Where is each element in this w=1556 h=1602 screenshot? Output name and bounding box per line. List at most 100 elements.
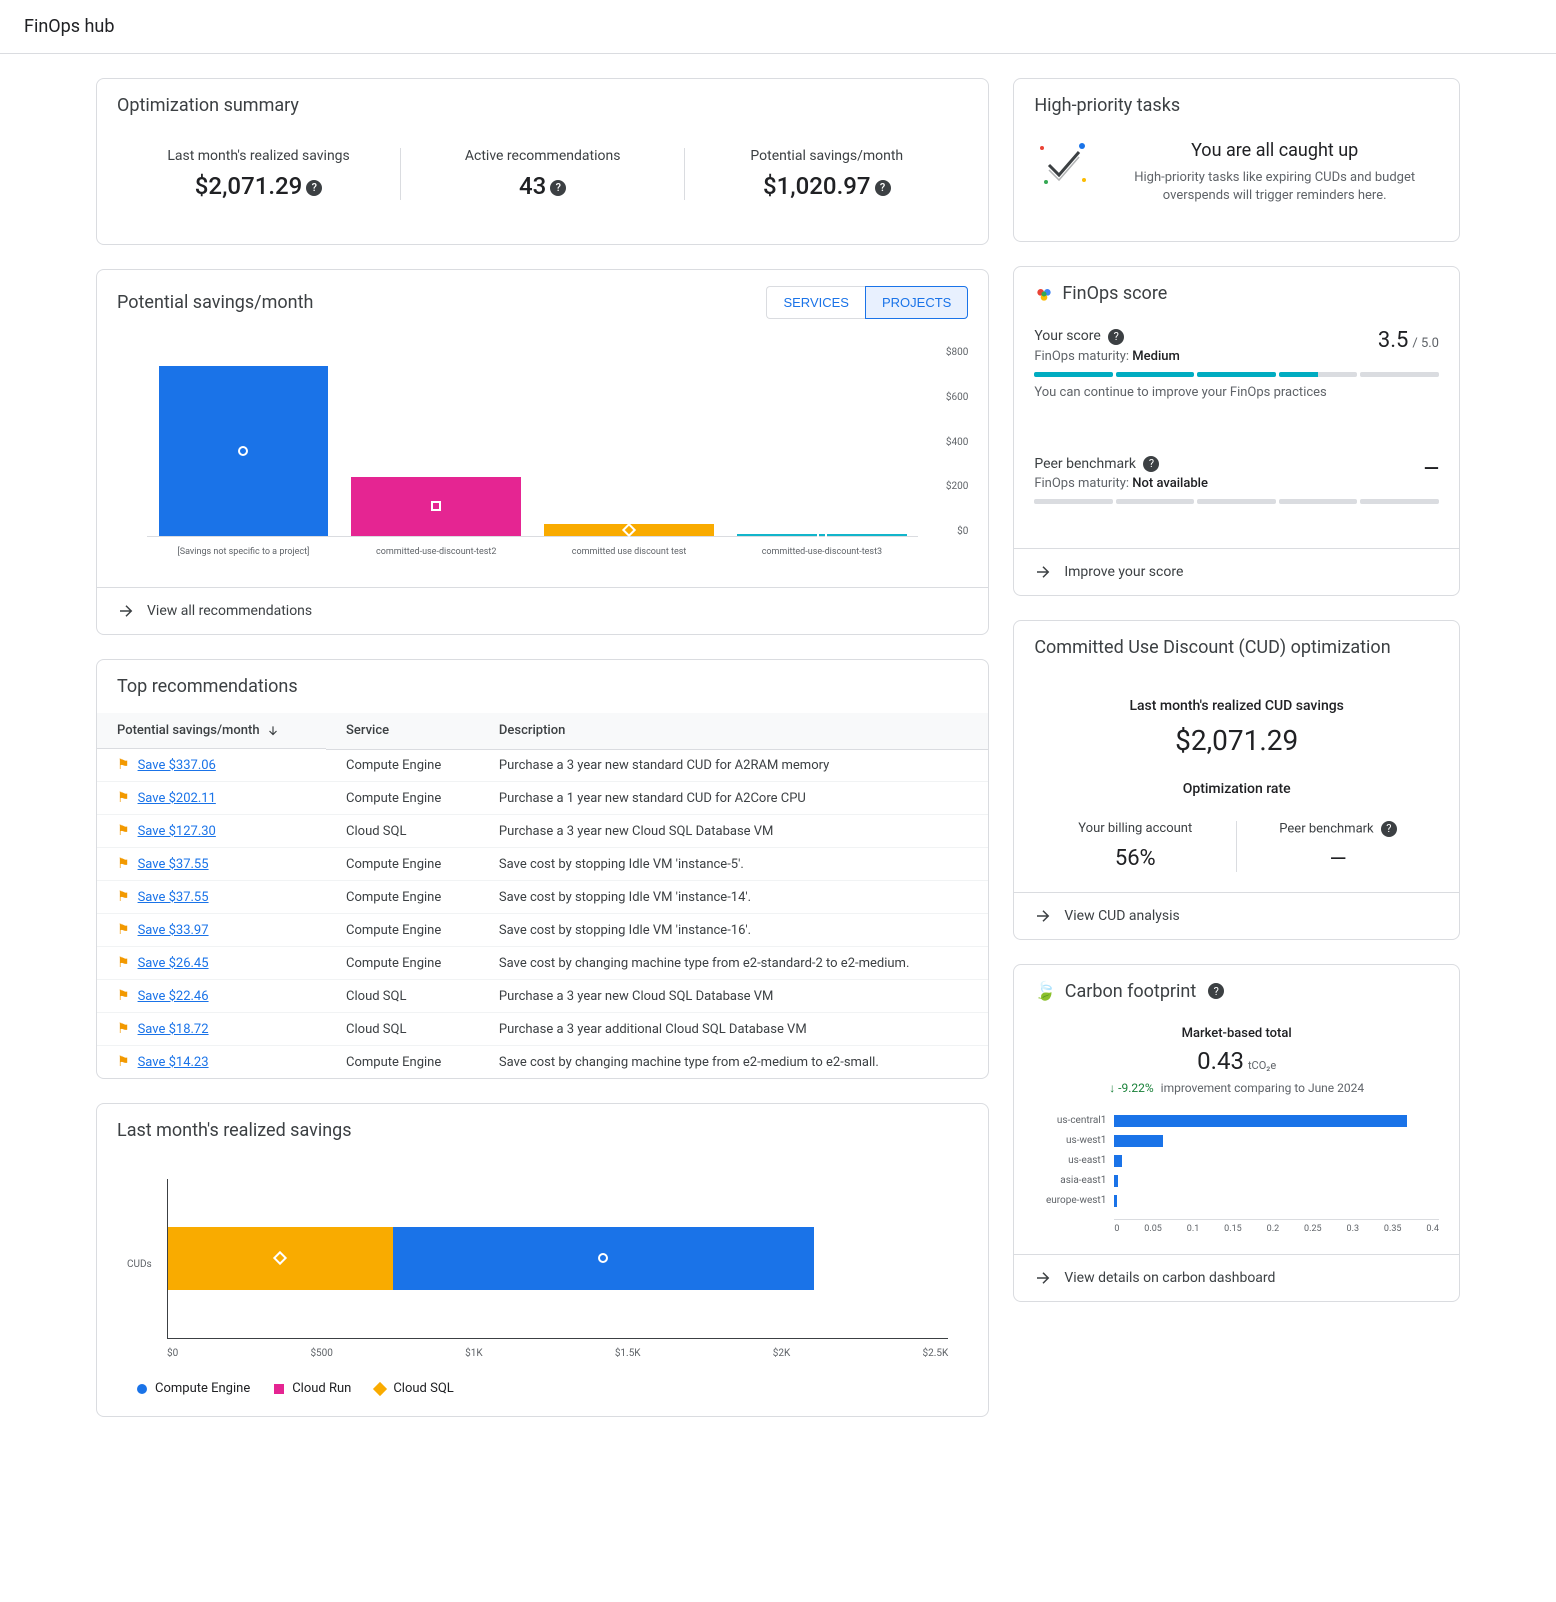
carbon-chart: us-central1 us-west1 us-east1 asia-east1 eur… [1034,1111,1439,1219]
checklist-icon [1034,140,1094,190]
table-row: ⚑Save $26.45Compute EngineSave cost by c… [97,947,988,980]
realized-savings-card: Last month's realized savings CUDs $0$50… [96,1103,989,1417]
chart-bar[interactable] [1114,1195,1116,1207]
savings-link[interactable]: Save $37.55 [138,857,209,872]
flag-icon: ⚑ [117,955,130,971]
toggle-projects[interactable]: PROJECTS [865,286,968,319]
table-row: ⚑Save $202.11Compute EnginePurchase a 1 … [97,782,988,815]
chart-bar[interactable] [544,524,714,536]
savings-link[interactable]: Save $127.30 [138,824,216,839]
legend-item: Cloud Run [274,1381,351,1396]
sort-down-icon [266,724,280,738]
potential-savings-chart: $800$600$400$200$0 [Savings not specific… [117,347,968,567]
savings-link[interactable]: Save $33.97 [138,923,209,938]
summary-realized-savings: Last month's realized savings $2,071.29? [117,148,401,200]
legend-item: Cloud SQL [375,1381,453,1396]
chart-segment[interactable] [168,1227,393,1291]
help-icon[interactable]: ? [875,180,891,196]
top-recs-title: Top recommendations [97,660,988,713]
savings-link[interactable]: Save $337.06 [138,758,216,773]
view-cud-link[interactable]: View CUD analysis [1014,892,1459,939]
flag-icon: ⚑ [117,889,130,905]
score-progress [1034,372,1439,377]
arrow-right-icon [117,602,135,620]
table-row: ⚑Save $33.97Compute EngineSave cost by s… [97,914,988,947]
arrow-down-icon: ↓ [1109,1081,1115,1095]
high-priority-card: High-priority tasks You are all caught u… [1013,78,1460,242]
task-desc: High-priority tasks like expiring CUDs a… [1110,169,1439,205]
high-priority-title: High-priority tasks [1014,79,1459,132]
flag-icon: ⚑ [117,1054,130,1070]
carbon-bar-row: asia-east1 [1034,1175,1439,1187]
improve-score-link[interactable]: Improve your score [1014,548,1459,595]
table-row: ⚑Save $127.30Cloud SQLPurchase a 3 year … [97,815,988,848]
help-icon[interactable]: ? [1208,983,1224,999]
gcloud-icon [1034,284,1054,304]
chart-bar[interactable] [351,477,521,536]
savings-link[interactable]: Save $26.45 [138,956,209,971]
flag-icon: ⚑ [117,790,130,806]
realized-title: Last month's realized savings [97,1104,988,1157]
realized-savings-chart: CUDs $0$500$1K$1.5K$2K$2.5K [117,1169,968,1369]
finops-score-title: FinOps score [1062,283,1167,304]
help-icon[interactable]: ? [1381,821,1397,837]
legend-item: Compute Engine [137,1381,250,1396]
savings-link[interactable]: Save $18.72 [138,1022,209,1037]
summary-active-recs: Active recommendations 43? [401,148,685,200]
table-row: ⚑Save $37.55Compute EngineSave cost by s… [97,881,988,914]
cud-title: Committed Use Discount (CUD) optimizatio… [1014,621,1459,674]
carbon-bar-row: us-east1 [1034,1155,1439,1167]
finops-score-card: FinOps score Your score ? FinOps maturit… [1013,266,1460,596]
carbon-bar-row: europe-west1 [1034,1195,1439,1207]
flag-icon: ⚑ [117,823,130,839]
col-savings[interactable]: Potential savings/month [97,713,326,749]
carbon-card: 🍃 Carbon footprint ? Market-based total … [1013,964,1460,1302]
help-icon[interactable]: ? [1143,456,1159,472]
table-row: ⚑Save $22.46Cloud SQLPurchase a 3 year n… [97,980,988,1013]
col-description[interactable]: Description [479,713,988,749]
potential-savings-card: Potential savings/month SERVICES PROJECT… [96,269,989,635]
potential-savings-title: Potential savings/month [117,292,313,313]
chart-segment[interactable] [393,1227,814,1291]
carbon-bar-row: us-west1 [1034,1135,1439,1147]
col-service[interactable]: Service [326,713,479,749]
summary-potential-savings: Potential savings/month $1,020.97? [685,148,968,200]
view-all-recommendations-link[interactable]: View all recommendations [97,587,988,634]
chart-bar[interactable] [1114,1155,1122,1167]
chart-bar[interactable] [737,534,907,536]
flag-icon: ⚑ [117,1021,130,1037]
help-icon[interactable]: ? [550,180,566,196]
arrow-right-icon [1034,1269,1052,1287]
chart-bar[interactable] [1114,1135,1163,1147]
table-row: ⚑Save $18.72Cloud SQLPurchase a 3 year a… [97,1013,988,1046]
table-row: ⚑Save $14.23Compute EngineSave cost by c… [97,1046,988,1079]
table-row: ⚑Save $37.55Compute EngineSave cost by s… [97,848,988,881]
chart-bar[interactable] [1114,1115,1406,1127]
table-row: ⚑Save $337.06Compute EnginePurchase a 3 … [97,749,988,782]
flag-icon: ⚑ [117,757,130,773]
leaf-icon: 🍃 [1034,981,1056,1002]
arrow-right-icon [1034,563,1052,581]
task-headline: You are all caught up [1110,140,1439,161]
chart-bar[interactable] [1114,1175,1118,1187]
flag-icon: ⚑ [117,988,130,1004]
view-carbon-link[interactable]: View details on carbon dashboard [1014,1254,1459,1301]
arrow-right-icon [1034,907,1052,925]
toggle-services[interactable]: SERVICES [766,286,865,319]
page-title: FinOps hub [0,0,1556,54]
chart-bar[interactable] [159,366,329,536]
savings-link[interactable]: Save $22.46 [138,989,209,1004]
top-recommendations-card: Top recommendations Potential savings/mo… [96,659,989,1079]
help-icon[interactable]: ? [306,180,322,196]
peer-score-dash: — [1424,456,1439,480]
optimization-summary-card: Optimization summary Last month's realiz… [96,78,989,245]
peer-score-progress [1034,499,1439,504]
carbon-bar-row: us-central1 [1034,1115,1439,1127]
savings-link[interactable]: Save $37.55 [138,890,209,905]
savings-link[interactable]: Save $14.23 [138,1055,209,1070]
cud-card: Committed Use Discount (CUD) optimizatio… [1013,620,1460,940]
help-icon[interactable]: ? [1108,329,1124,345]
savings-link[interactable]: Save $202.11 [138,791,216,806]
top-recs-table: Potential savings/month Service Descript… [97,713,988,1078]
summary-title: Optimization summary [97,79,988,132]
